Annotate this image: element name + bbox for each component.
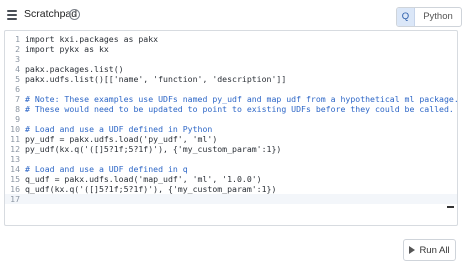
- code-comment: # Load and use a UDF defined in Python: [25, 124, 213, 134]
- code-line[interactable]: 4 pakx.packages.list(): [5, 64, 457, 74]
- scratchpad-header: Scratchpad ? Q Python: [0, 0, 474, 30]
- code-line[interactable]: 6: [5, 84, 457, 94]
- code-line[interactable]: 8 # These would need to be updated to poi…: [5, 104, 457, 114]
- line-number: 1: [15, 34, 20, 44]
- line-number: 7: [15, 94, 20, 104]
- code-line[interactable]: 2 import pykx as kx: [5, 44, 457, 54]
- language-toggle[interactable]: Q Python: [396, 7, 462, 27]
- line-number: 2: [15, 44, 20, 54]
- line-number: 12: [10, 144, 20, 154]
- line-number: 14: [10, 164, 20, 174]
- run-all-button[interactable]: Run All: [403, 239, 456, 261]
- code-comment: # Note: These examples use UDFs named py…: [25, 94, 458, 104]
- text-cursor: [447, 206, 454, 208]
- language-option-python[interactable]: Python: [415, 8, 461, 26]
- code-comment: # Load and use a UDF defined in q: [25, 164, 188, 174]
- line-number: 5: [15, 74, 20, 84]
- code-line[interactable]: 12 py_udf(kx.q('([]5?1f;5?1f)'), {'my_cus…: [5, 144, 457, 154]
- line-number: 9: [15, 114, 20, 124]
- line-number: 15: [10, 174, 20, 184]
- code-text: py_udf(kx.q('([]5?1f;5?1f)'), {'my_custo…: [25, 144, 282, 154]
- code-text: q_udf = pakx.udfs.load('map_udf', 'ml', …: [25, 174, 262, 184]
- code-line[interactable]: 9: [5, 114, 457, 124]
- line-number: 13: [10, 154, 20, 164]
- code-line[interactable]: 15 q_udf = pakx.udfs.load('map_udf', 'ml'…: [5, 174, 457, 184]
- line-number: 11: [10, 134, 20, 144]
- code-text: q_udf(kx.q('([]5?1f;5?1f)'), {'my_custom…: [25, 184, 277, 194]
- code-line[interactable]: 11 py_udf = pakx.udfs.load('py_udf', 'ml'…: [5, 134, 457, 144]
- code-line[interactable]: 7 # Note: These examples use UDFs named p…: [5, 94, 457, 104]
- line-number: 17: [10, 194, 20, 204]
- line-number: 6: [15, 84, 20, 94]
- line-number: 3: [15, 54, 20, 64]
- code-line[interactable]: 17: [5, 194, 457, 204]
- code-text: pakx.packages.list(): [25, 64, 124, 74]
- play-icon: [409, 246, 416, 254]
- run-all-label: Run All: [419, 244, 450, 256]
- code-text: import kxi.packages as pakx: [25, 34, 159, 44]
- code-line[interactable]: 1 import kxi.packages as pakx: [5, 34, 457, 44]
- code-text: import pykx as kx: [25, 44, 109, 54]
- line-number: 8: [15, 104, 20, 114]
- code-editor[interactable]: 1 import kxi.packages as pakx 2 import pykx…: [4, 30, 458, 226]
- help-icon[interactable]: ?: [69, 9, 80, 20]
- language-option-q[interactable]: Q: [397, 8, 415, 26]
- code-line[interactable]: 14 # Load and use a UDF defined in q: [5, 164, 457, 174]
- code-line[interactable]: 5 pakx.udfs.list()[['name', 'function', '…: [5, 74, 457, 84]
- code-text: pakx.udfs.list()[['name', 'function', 'd…: [25, 74, 287, 84]
- code-line[interactable]: 3: [5, 54, 457, 64]
- code-line[interactable]: 16 q_udf(kx.q('([]5?1f;5?1f)'), {'my_cust…: [5, 184, 457, 194]
- code-text: py_udf = pakx.udfs.load('py_udf', 'ml'): [25, 134, 218, 144]
- line-number: 16: [10, 184, 20, 194]
- code-comment: # These would need to be updated to poin…: [25, 104, 454, 114]
- code-line[interactable]: 10 # Load and use a UDF defined in Python: [5, 124, 457, 134]
- code-line[interactable]: 13: [5, 154, 457, 164]
- line-number: 4: [15, 64, 20, 74]
- line-number: 10: [10, 124, 20, 134]
- scratchpad-icon: [7, 10, 17, 20]
